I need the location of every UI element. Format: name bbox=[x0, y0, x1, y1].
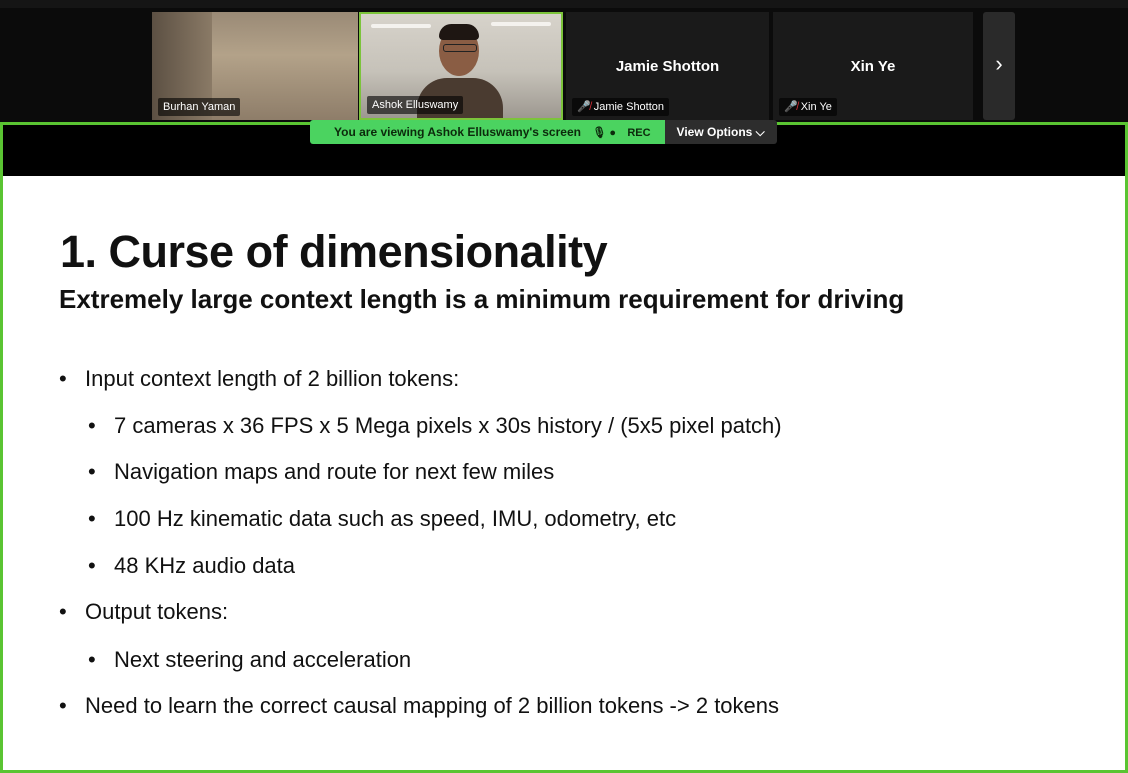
bullet-text: Need to learn the correct causal mapping… bbox=[85, 693, 780, 718]
bullet-item: • Input context length of 2 billion token… bbox=[59, 366, 459, 392]
person-glasses bbox=[443, 44, 477, 52]
bullet-text: Output tokens: bbox=[85, 599, 229, 624]
slide-title: 1. Curse of dimensionality bbox=[60, 226, 608, 277]
participant-center-name: Jamie Shotton bbox=[615, 58, 720, 75]
participant-gallery: Burhan Yaman Ashok Elluswamy Jamie Shott… bbox=[0, 0, 1128, 122]
bullet-dot: • bbox=[59, 693, 67, 718]
presentation-slide: 1. Curse of dimensionality Extremely lar… bbox=[3, 176, 1125, 770]
participant-name-label: Ashok Elluswamy bbox=[367, 96, 464, 114]
bullet-text: 7 cameras x 36 FPS x 5 Mega pixels x 30s… bbox=[114, 413, 782, 438]
bullet-item: • Need to learn the correct causal mappin… bbox=[59, 693, 779, 719]
bullet-item: • Next steering and acceleration bbox=[88, 647, 411, 673]
ceiling-light bbox=[491, 22, 551, 26]
participant-name-label: 🎤̸ Xin Ye bbox=[779, 98, 837, 116]
next-page-button[interactable]: › bbox=[983, 12, 1015, 120]
bullet-item: • 48 KHz audio data bbox=[88, 553, 295, 579]
mic-muted-icon: 🎤̸ bbox=[577, 101, 591, 113]
participant-tile-xin[interactable]: Xin Ye 🎤̸ Xin Ye bbox=[773, 12, 973, 120]
bullet-dot: • bbox=[88, 506, 96, 531]
slide-subtitle: Extremely large context length is a mini… bbox=[59, 284, 905, 314]
viewing-text: You are viewing Ashok Elluswamy's screen bbox=[334, 125, 581, 139]
participant-name-text: Xin Ye bbox=[800, 101, 832, 113]
bullet-dot: • bbox=[88, 459, 96, 484]
top-strip bbox=[0, 0, 1128, 8]
screen-share-banner: You are viewing Ashok Elluswamy's screen… bbox=[310, 120, 777, 144]
rec-label: REC bbox=[627, 127, 651, 139]
bullet-text: 100 Hz kinematic data such as speed, IMU… bbox=[114, 506, 677, 531]
participant-tile-burhan[interactable]: Burhan Yaman bbox=[152, 12, 358, 120]
bullet-text: Input context length of 2 billion tokens… bbox=[85, 366, 460, 391]
ceiling-light bbox=[371, 24, 431, 28]
bullet-text: Next steering and acceleration bbox=[114, 647, 412, 672]
bullet-dot: • bbox=[88, 647, 96, 672]
bullet-text: Navigation maps and route for next few m… bbox=[114, 459, 555, 484]
bullet-item: • Navigation maps and route for next few … bbox=[88, 459, 554, 485]
person-hair bbox=[439, 24, 479, 40]
bullet-item: • Output tokens: bbox=[59, 599, 228, 625]
bullet-dot: • bbox=[59, 366, 67, 391]
bullet-item: • 7 cameras x 36 FPS x 5 Mega pixels x 30… bbox=[88, 413, 782, 439]
bullet-dot: • bbox=[88, 553, 96, 578]
participant-name-label: 🎤̸ Jamie Shotton bbox=[572, 98, 670, 116]
bullet-item: • 100 Hz kinematic data such as speed, IM… bbox=[88, 506, 676, 532]
participant-name-text: Jamie Shotton bbox=[593, 101, 665, 113]
bullet-dot: • bbox=[88, 413, 96, 438]
participant-tile-ashok[interactable]: Ashok Elluswamy bbox=[359, 12, 563, 120]
participant-center-name: Xin Ye bbox=[850, 58, 896, 75]
viewing-indicator: You are viewing Ashok Elluswamy's screen… bbox=[310, 120, 665, 144]
participant-tile-jamie[interactable]: Jamie Shotton 🎤̸ Jamie Shotton bbox=[566, 12, 769, 120]
view-options-button[interactable]: View Options ⌵ bbox=[664, 120, 777, 144]
recording-icon: 🎙 ● bbox=[592, 127, 616, 139]
bullet-text: 48 KHz audio data bbox=[114, 553, 296, 578]
mic-muted-icon: 🎤̸ bbox=[784, 101, 798, 113]
participant-name-label: Burhan Yaman bbox=[158, 98, 241, 116]
bullet-dot: • bbox=[59, 599, 67, 624]
